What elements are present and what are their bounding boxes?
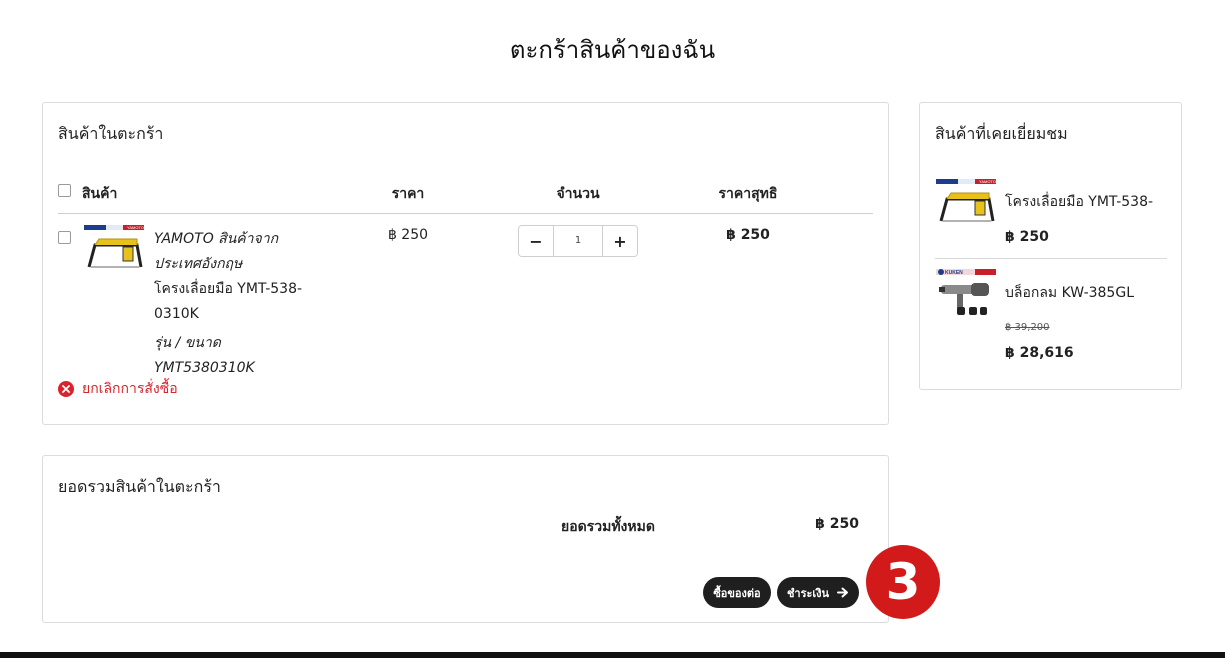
summary-panel-title: ยอดรวมสินค้าในตะกร้า xyxy=(58,477,221,496)
thumb-brand-label: KUKEN xyxy=(945,270,963,276)
select-all-checkbox[interactable] xyxy=(58,184,71,197)
recent-item[interactable]: YAMOTO โครงเลื่อยมือ YMT-538- ฿ 250 xyxy=(935,177,1167,259)
recent-item-old-price: ฿ 39,200 xyxy=(1005,322,1050,333)
hacksaw-frame-image[interactable]: YAMOTO xyxy=(935,177,997,233)
cancel-order-label: ยกเลิกการสั่งซื้อ xyxy=(82,381,178,397)
recent-item[interactable]: KUKEN บล็อกลม KW-385GL ฿ 39,200 ฿ 28,616 xyxy=(935,267,1167,367)
cancel-order-link[interactable]: ยกเลิกการสั่งซื้อ xyxy=(58,378,178,400)
header-quantity: จำนวน xyxy=(556,186,600,202)
item-price: ฿ 250 xyxy=(387,227,429,243)
header-price: ราคา xyxy=(391,186,425,202)
page-title: ตะกร้าสินค้าของฉัน xyxy=(509,36,716,64)
item-name-link[interactable]: โครงเลื่อยมือ YMT-538-0310K xyxy=(154,277,324,327)
item-variant: รุ่น / ขนาด YMT5380310K xyxy=(154,335,255,376)
quantity-input[interactable]: 1 xyxy=(553,226,603,256)
recently-viewed-panel: สินค้าที่เคยเยี่ยมชม YAMOTO โครงเลื่อยมื… xyxy=(919,102,1182,390)
hacksaw-frame-image[interactable]: YAMOTO xyxy=(83,225,145,273)
grand-total-value: ฿ 250 xyxy=(815,516,859,532)
continue-shopping-button[interactable]: ซื้อของต่อ xyxy=(703,577,771,608)
increase-quantity-button[interactable]: + xyxy=(603,226,637,256)
recently-viewed-title: สินค้าที่เคยเยี่ยมชม xyxy=(935,124,1068,143)
item-brand-note: YAMOTO สินค้าจากประเทศอังกฤษ xyxy=(154,231,279,272)
cart-table-header: สินค้า ราคา จำนวน ราคาสุทธิ xyxy=(58,181,873,214)
quantity-stepper: − 1 + xyxy=(518,225,638,257)
step-number-badge: 3 xyxy=(866,545,940,619)
footer-bar xyxy=(0,652,1225,658)
item-total: ฿ 250 xyxy=(726,227,770,243)
cart-item-row: YAMOTO YAMOTO สินค้าจากประเทศอังกฤษ โครง… xyxy=(58,225,873,376)
summary-panel: ยอดรวมสินค้าในตะกร้า ยอดรวมทั้งหมด ฿ 250… xyxy=(42,455,889,623)
continue-shopping-label: ซื้อของต่อ xyxy=(713,586,761,600)
item-checkbox[interactable] xyxy=(58,231,71,244)
recent-item-name[interactable]: โครงเลื่อยมือ YMT-538- xyxy=(1005,191,1153,213)
recent-item-name[interactable]: บล็อกลม KW-385GL xyxy=(1005,282,1134,304)
decrease-quantity-button[interactable]: − xyxy=(519,226,553,256)
item-description: YAMOTO สินค้าจากประเทศอังกฤษ โครงเลื่อยม… xyxy=(154,227,324,381)
recent-item-price: ฿ 28,616 xyxy=(1005,345,1074,361)
header-total: ราคาสุทธิ xyxy=(718,186,778,202)
recent-item-price: ฿ 250 xyxy=(1005,229,1049,245)
close-circle-icon xyxy=(58,381,74,397)
arrow-right-icon xyxy=(837,587,849,598)
cart-panel: สินค้าในตะกร้า สินค้า ราคา จำนวน ราคาสุท… xyxy=(42,102,889,425)
thumb-brand-label: YAMOTO xyxy=(127,225,144,230)
checkout-label: ชำระเงิน xyxy=(786,586,830,600)
cart-panel-title: สินค้าในตะกร้า xyxy=(58,124,164,143)
header-product: สินค้า xyxy=(82,186,118,202)
thumb-brand-label: YAMOTO xyxy=(979,179,996,184)
checkout-button[interactable]: ชำระเงิน xyxy=(777,577,859,608)
impact-wrench-image[interactable]: KUKEN xyxy=(935,267,997,323)
grand-total-label: ยอดรวมทั้งหมด xyxy=(561,519,655,535)
